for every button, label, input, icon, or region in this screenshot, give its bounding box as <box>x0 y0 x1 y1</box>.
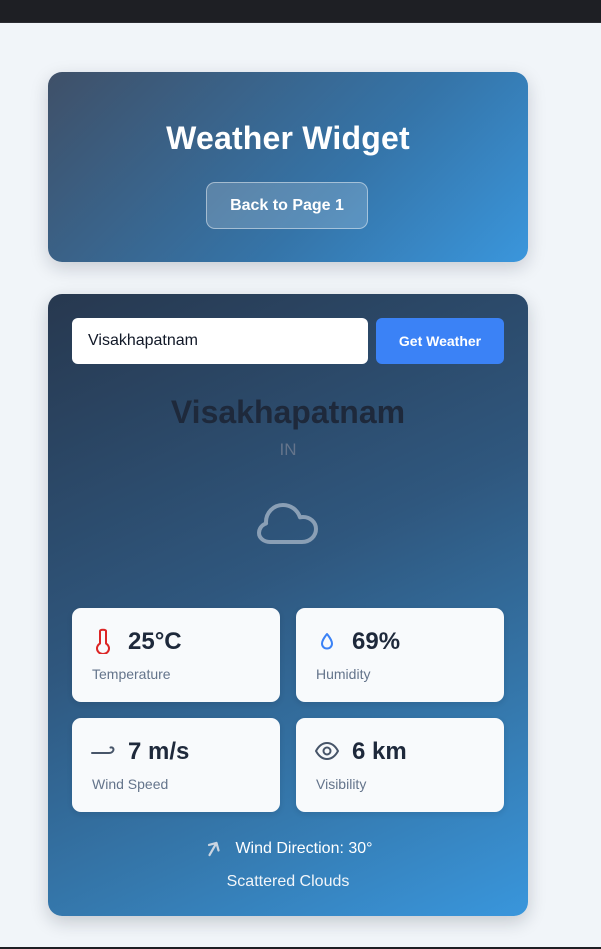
wind-direction-text: Wind Direction: 30° <box>235 840 373 857</box>
thermometer-icon <box>96 628 110 654</box>
wind-speed-value: 7 m/s <box>128 738 190 765</box>
wind-direction-arrow-icon <box>208 841 221 857</box>
droplet-icon <box>321 633 333 650</box>
city-name: Visakhapatnam <box>170 394 406 430</box>
temperature-value: 25°C <box>128 628 182 655</box>
back-to-page-1-button[interactable]: Back to Page 1 <box>206 182 368 229</box>
eye-icon <box>315 742 339 760</box>
visibility-value: 6 km <box>352 738 407 765</box>
header-card: Weather Widget Back to Page 1 <box>48 72 528 262</box>
page-title: Weather Widget <box>166 120 410 156</box>
temperature-stat: 25°C Temperature <box>72 608 280 702</box>
wind-direction-row: Wind Direction: 30° <box>48 838 528 860</box>
visibility-stat: 6 km Visibility <box>296 718 504 812</box>
city-search-input[interactable] <box>72 318 368 364</box>
wind-speed-stat: 7 m/s Wind Speed <box>72 718 280 812</box>
visibility-label: Visibility <box>316 776 367 792</box>
wind-icon <box>91 746 115 754</box>
weather-description: Scattered Clouds <box>226 873 350 890</box>
temperature-label: Temperature <box>92 666 171 682</box>
country-code: IN <box>279 440 297 459</box>
cloud-icon <box>257 503 318 544</box>
humidity-label: Humidity <box>316 666 371 682</box>
humidity-value: 69% <box>352 628 401 655</box>
humidity-stat: 69% Humidity <box>296 608 504 702</box>
wind-speed-label: Wind Speed <box>92 776 169 792</box>
browser-top-bar <box>0 0 601 23</box>
weather-card: Get Weather Visakhapatnam IN 25°C Temper… <box>48 294 528 916</box>
get-weather-button[interactable]: Get Weather <box>376 318 504 364</box>
